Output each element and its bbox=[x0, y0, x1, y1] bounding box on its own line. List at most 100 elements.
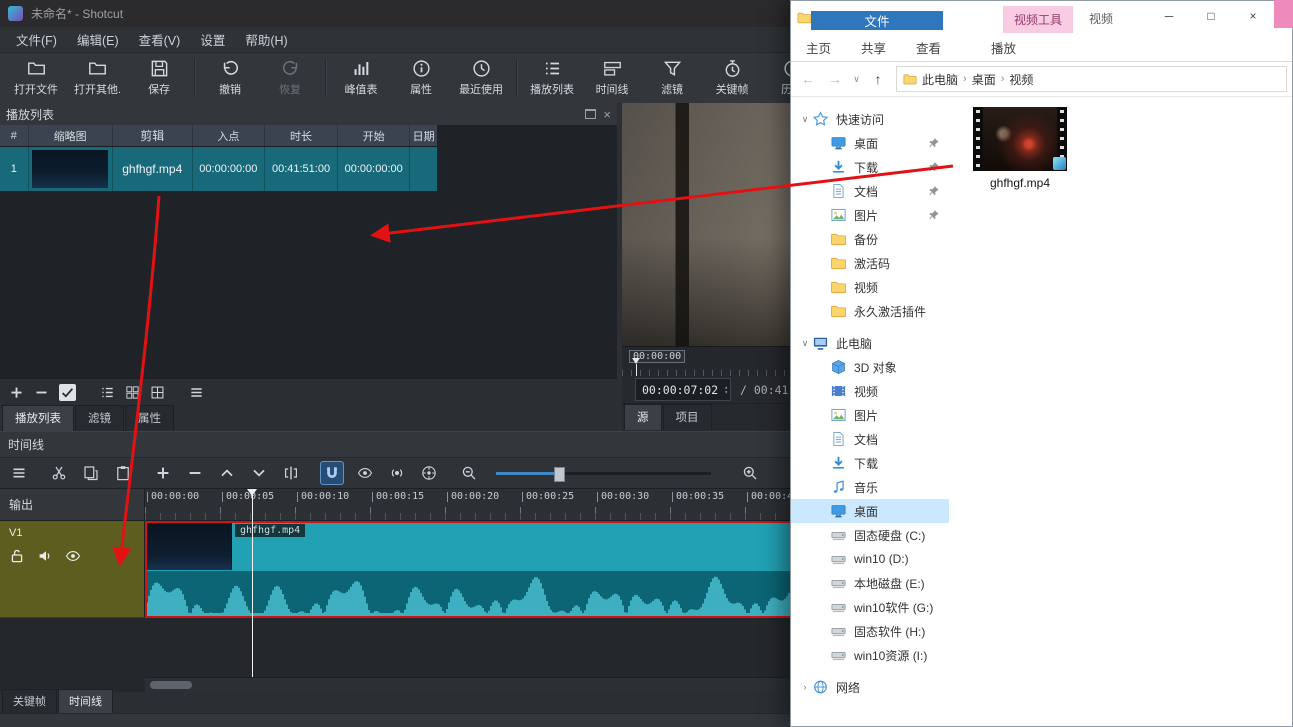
sidebar-item-1[interactable]: 桌面 bbox=[791, 131, 949, 155]
playlist-view-details-button[interactable] bbox=[100, 385, 115, 400]
qat-folder-icon[interactable] bbox=[797, 10, 812, 25]
sidebar-item-19[interactable]: 本地磁盘 (E:) bbox=[791, 571, 949, 595]
sidebar-item-6[interactable]: 激活码 bbox=[791, 251, 949, 275]
track-mute-icon[interactable] bbox=[37, 548, 53, 564]
timeline-copy-button[interactable] bbox=[80, 462, 102, 484]
sidebar-item-3[interactable]: 文档 bbox=[791, 179, 949, 203]
sidebar-item-14[interactable]: 下载 bbox=[791, 451, 949, 475]
timeline-playhead[interactable] bbox=[252, 489, 253, 677]
sidebar-item-2[interactable]: 下载 bbox=[791, 155, 949, 179]
toolbar-button-redo[interactable]: 恢复 bbox=[260, 57, 320, 99]
tab-home[interactable]: 主页 bbox=[791, 33, 846, 61]
playlist-remove-button[interactable] bbox=[34, 385, 49, 400]
col-clip[interactable]: 剪辑 bbox=[113, 125, 193, 146]
menu-edit[interactable]: 编辑(E) bbox=[67, 27, 129, 52]
sidebar-item-21[interactable]: 固态软件 (H:) bbox=[791, 619, 949, 643]
sidebar-item-8[interactable]: 永久激活插件 bbox=[791, 299, 949, 323]
track-header-v1[interactable]: V1 bbox=[0, 521, 145, 618]
sidebar-item-15[interactable]: 音乐 bbox=[791, 475, 949, 499]
timeline-cut-button[interactable] bbox=[48, 462, 70, 484]
playlist-view-icons-button[interactable] bbox=[150, 385, 165, 400]
toolbar-button-properties[interactable]: 属性 bbox=[391, 57, 451, 99]
col-index[interactable]: # bbox=[0, 125, 29, 146]
recent-locations-dropdown[interactable]: ∨ bbox=[850, 74, 863, 85]
contextual-tab-group[interactable]: 视频工具 bbox=[1003, 6, 1073, 33]
expander-icon[interactable]: ∨ bbox=[799, 114, 811, 125]
sidebar-item-0[interactable]: ∨快速访问 bbox=[791, 107, 949, 131]
timeline-snap-button[interactable] bbox=[320, 461, 344, 485]
breadcrumb-this-pc[interactable]: 此电脑 bbox=[922, 71, 958, 88]
tab-keyframes[interactable]: 关键帧 bbox=[2, 689, 57, 713]
toolbar-button-playlist[interactable]: 播放列表 bbox=[522, 57, 582, 99]
zoom-slider-handle[interactable] bbox=[554, 467, 565, 482]
sidebar-item-12[interactable]: 图片 bbox=[791, 403, 949, 427]
sidebar-item-22[interactable]: win10资源 (I:) bbox=[791, 643, 949, 667]
sidebar-item-13[interactable]: 文档 bbox=[791, 427, 949, 451]
sidebar-item-17[interactable]: 固态硬盘 (C:) bbox=[791, 523, 949, 547]
tab-timeline[interactable]: 时间线 bbox=[58, 689, 113, 713]
timeline-zoom-in-button[interactable] bbox=[739, 462, 761, 484]
timeline-overwrite-button[interactable] bbox=[248, 462, 270, 484]
timeline-paste-button[interactable] bbox=[112, 462, 134, 484]
toolbar-button-keyframes[interactable]: 关键帧 bbox=[702, 57, 762, 99]
breadcrumb-desktop[interactable]: 桌面 bbox=[972, 71, 996, 88]
tab-filters[interactable]: 滤镜 bbox=[75, 405, 124, 431]
sidebar-item-20[interactable]: win10软件 (G:) bbox=[791, 595, 949, 619]
float-panel-icon[interactable] bbox=[585, 109, 596, 119]
sidebar-item-18[interactable]: win10 (D:) bbox=[791, 547, 949, 571]
breadcrumb-videos[interactable]: 视频 bbox=[1009, 71, 1033, 88]
col-duration[interactable]: 时长 bbox=[265, 125, 338, 146]
toolbar-button-open-file[interactable]: 打开文件 bbox=[6, 57, 66, 99]
timeline-ripple-all-tracks-button[interactable] bbox=[418, 462, 440, 484]
tab-view[interactable]: 查看 bbox=[901, 33, 956, 61]
sidebar-item-9[interactable]: ∨此电脑 bbox=[791, 331, 949, 355]
tab-properties[interactable]: 属性 bbox=[125, 405, 174, 431]
timeline-ripple-button[interactable] bbox=[386, 462, 408, 484]
menu-view[interactable]: 查看(V) bbox=[129, 27, 191, 52]
track-hide-icon[interactable] bbox=[65, 548, 81, 564]
current-time-field[interactable]: 00:00:07:02 ▴▾ bbox=[635, 378, 731, 401]
sidebar-item-5[interactable]: 备份 bbox=[791, 227, 949, 251]
col-date[interactable]: 日期 bbox=[410, 125, 437, 146]
tab-play[interactable]: 播放 bbox=[976, 33, 1031, 61]
col-in-point[interactable]: 入点 bbox=[193, 125, 265, 146]
forward-button[interactable]: → bbox=[823, 71, 847, 87]
sidebar-item-10[interactable]: 3D 对象 bbox=[791, 355, 949, 379]
toolbar-button-undo[interactable]: 撤销 bbox=[200, 57, 260, 99]
expander-icon[interactable]: ∨ bbox=[799, 338, 811, 349]
tab-share[interactable]: 共享 bbox=[846, 33, 901, 61]
file-item[interactable]: ghfhgf.mp4 bbox=[969, 107, 1071, 190]
timeline-split-button[interactable] bbox=[280, 462, 302, 484]
playlist-row[interactable]: 1 ghfhgf.mp4 00:00:00:00 00:41:51:00 00:… bbox=[0, 147, 437, 191]
toolbar-button-timeline[interactable]: 时间线 bbox=[582, 57, 642, 99]
timeline-scrub-while-dragging-button[interactable] bbox=[354, 462, 376, 484]
expander-icon[interactable]: › bbox=[799, 682, 811, 692]
back-button[interactable]: ← bbox=[796, 71, 820, 87]
maximize-button[interactable]: □ bbox=[1190, 1, 1232, 31]
sidebar-item-4[interactable]: 图片 bbox=[791, 203, 949, 227]
up-button[interactable]: ↑ bbox=[866, 71, 890, 87]
toolbar-button-recent[interactable]: 最近使用 bbox=[451, 57, 511, 99]
timeline-ripple-delete-button[interactable] bbox=[184, 462, 206, 484]
timeline-zoom-slider[interactable] bbox=[496, 464, 711, 482]
sidebar-item-16[interactable]: 桌面 bbox=[791, 499, 949, 523]
menu-settings[interactable]: 设置 bbox=[190, 27, 235, 52]
close-panel-icon[interactable]: × bbox=[603, 108, 611, 121]
playlist-add-button[interactable] bbox=[9, 385, 24, 400]
playlist-menu-button[interactable] bbox=[189, 385, 204, 400]
menu-help[interactable]: 帮助(H) bbox=[235, 27, 297, 52]
tab-playlist[interactable]: 播放列表 bbox=[2, 405, 74, 431]
close-button[interactable]: × bbox=[1232, 1, 1274, 31]
timeline-zoom-out-button[interactable] bbox=[458, 462, 480, 484]
minimize-button[interactable]: ─ bbox=[1148, 1, 1190, 31]
address-bar[interactable]: 此电脑 › 桌面 › 视频 bbox=[896, 66, 1287, 92]
scrollbar-handle[interactable] bbox=[150, 681, 192, 689]
sidebar-item-23[interactable]: ›网络 bbox=[791, 675, 949, 699]
timeline-append-button[interactable] bbox=[152, 462, 174, 484]
timeline-menu-button[interactable] bbox=[8, 462, 30, 484]
tab-source[interactable]: 源 bbox=[624, 404, 662, 430]
menu-file[interactable]: 文件(F) bbox=[6, 27, 67, 52]
col-thumbnail[interactable]: 缩略图 bbox=[29, 125, 113, 146]
tab-file[interactable]: 文件 bbox=[811, 11, 943, 30]
sidebar-item-7[interactable]: 视频 bbox=[791, 275, 949, 299]
